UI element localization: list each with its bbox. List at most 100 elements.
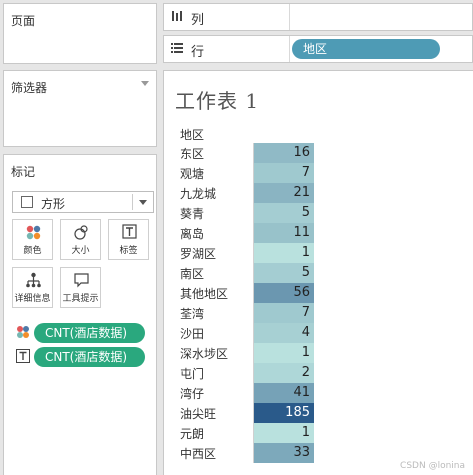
cell-value: 1 [301, 345, 310, 360]
table-row[interactable]: 东区 16 [174, 143, 314, 163]
size-icon [74, 225, 88, 240]
value-cell[interactable]: 7 [254, 303, 314, 323]
color-button-label: 颜色 [23, 246, 42, 256]
cell-value: 1 [301, 245, 310, 260]
value-cell[interactable]: 56 [254, 283, 314, 303]
value-cell[interactable]: 5 [254, 203, 314, 223]
color-dots-icon [26, 225, 41, 240]
detail-tree-icon [26, 272, 41, 288]
value-cell[interactable]: 21 [254, 183, 314, 203]
cell-value: 21 [293, 185, 310, 200]
chevron-down-icon [139, 200, 147, 205]
table-row[interactable]: 其他地区 56 [174, 283, 314, 303]
region-name: 中西区 [180, 447, 217, 461]
region-name: 其他地区 [180, 287, 229, 301]
region-name: 荃湾 [180, 307, 205, 321]
label-button[interactable]: 标签 [108, 219, 149, 260]
region-name: 九龙城 [180, 187, 217, 201]
value-cell[interactable]: 185 [254, 403, 314, 423]
region-name: 屯门 [180, 367, 205, 381]
table-row[interactable]: 油尖旺 185 [174, 403, 314, 423]
region-dimension-pill[interactable]: 地区 [292, 39, 440, 59]
cell-value: 7 [301, 305, 310, 320]
table-row[interactable]: 葵青 5 [174, 203, 314, 223]
value-cell[interactable]: 5 [254, 263, 314, 283]
filters-card[interactable]: 筛选器 [3, 70, 157, 147]
label-button-label: 标签 [119, 246, 138, 256]
size-button[interactable]: 大小 [60, 219, 101, 260]
region-name: 离岛 [180, 227, 205, 241]
region-name: 深水埗区 [180, 347, 229, 361]
tooltip-button-label: 工具提示 [62, 294, 99, 304]
rows-shelf[interactable]: 行 地区 [163, 35, 473, 63]
detail-button[interactable]: 详细信息 [12, 267, 53, 308]
color-dots-icon [17, 326, 29, 338]
table-row[interactable]: 中西区 33 [174, 443, 314, 463]
region-name: 油尖旺 [180, 407, 217, 421]
detail-button-label: 详细信息 [14, 294, 51, 304]
cell-value: 33 [293, 445, 310, 460]
columns-icon [172, 11, 182, 21]
cell-value: 4 [301, 325, 310, 340]
color-button[interactable]: 颜色 [12, 219, 53, 260]
pages-title: 页面 [11, 14, 36, 28]
tooltip-icon [74, 273, 89, 288]
table-row[interactable]: 离岛 11 [174, 223, 314, 243]
table-row[interactable]: 观塘 7 [174, 163, 314, 183]
table-row[interactable]: 屯门 2 [174, 363, 314, 383]
filters-menu-arrow-icon[interactable] [141, 81, 149, 86]
region-name: 沙田 [180, 327, 205, 341]
table-row[interactable]: 罗湖区 1 [174, 243, 314, 263]
value-cell[interactable]: 16 [254, 143, 314, 163]
columns-shelf[interactable]: 列 [163, 3, 473, 31]
table-row[interactable]: 元朗 1 [174, 423, 314, 443]
value-cell[interactable]: 2 [254, 363, 314, 383]
value-cell[interactable]: 11 [254, 223, 314, 243]
table-row[interactable]: 九龙城 21 [174, 183, 314, 203]
table-row[interactable]: 湾仔 41 [174, 383, 314, 403]
cell-value: 16 [293, 145, 310, 160]
region-name: 东区 [180, 147, 205, 161]
header-divider [253, 143, 254, 463]
cell-value: 7 [301, 165, 310, 180]
mark-type-label: 方形 [41, 197, 66, 211]
value-cell[interactable]: 7 [254, 163, 314, 183]
value-cell[interactable]: 1 [254, 243, 314, 263]
worksheet-view: 工作表 1 地区 东区 16 观塘 7 九龙城 21 葵青 5 离岛 11 罗湖区 1 南区 5 其他地区 5… [163, 70, 473, 475]
marks-title: 标记 [11, 165, 36, 179]
filters-title: 筛选器 [11, 81, 48, 95]
region-name: 南区 [180, 267, 205, 281]
color-measure-pill-text: CNT(酒店数据) [45, 326, 128, 340]
cell-value: 2 [301, 365, 310, 380]
mark-type-dropdown[interactable]: 方形 [12, 191, 154, 213]
value-cell[interactable]: 33 [254, 443, 314, 463]
sheet-title: 工作表 1 [175, 89, 260, 113]
size-button-label: 大小 [71, 246, 90, 256]
table-row[interactable]: 沙田 4 [174, 323, 314, 343]
pages-card[interactable]: 页面 [3, 3, 157, 64]
rows-icon [171, 43, 183, 53]
cell-value: 185 [285, 405, 310, 420]
value-cell[interactable]: 1 [254, 343, 314, 363]
table-row[interactable]: 南区 5 [174, 263, 314, 283]
region-name: 湾仔 [180, 387, 205, 401]
color-measure-pill[interactable]: CNT(酒店数据) [34, 323, 145, 343]
value-cell[interactable]: 4 [254, 323, 314, 343]
table-row[interactable]: 深水埗区 1 [174, 343, 314, 363]
cell-value: 1 [301, 425, 310, 440]
region-pill-text: 地区 [303, 42, 328, 56]
table-row[interactable]: 荃湾 7 [174, 303, 314, 323]
region-name: 葵青 [180, 207, 205, 221]
value-cell[interactable]: 41 [254, 383, 314, 403]
rows-label: 行 [191, 45, 205, 60]
columns-label: 列 [191, 13, 205, 28]
region-name: 观塘 [180, 167, 205, 181]
label-measure-pill-text: CNT(酒店数据) [45, 350, 128, 364]
highlight-table: 东区 16 观塘 7 九龙城 21 葵青 5 离岛 11 罗湖区 1 南区 5 其他地区 56 荃湾 7 沙田 4 深水… [174, 143, 314, 463]
label-measure-pill[interactable]: CNT(酒店数据) [34, 347, 145, 367]
watermark: CSDN @lonina [400, 461, 465, 471]
tooltip-button[interactable]: 工具提示 [60, 267, 101, 308]
region-column-header[interactable]: 地区 [180, 126, 204, 143]
cell-value: 41 [293, 385, 310, 400]
value-cell[interactable]: 1 [254, 423, 314, 443]
